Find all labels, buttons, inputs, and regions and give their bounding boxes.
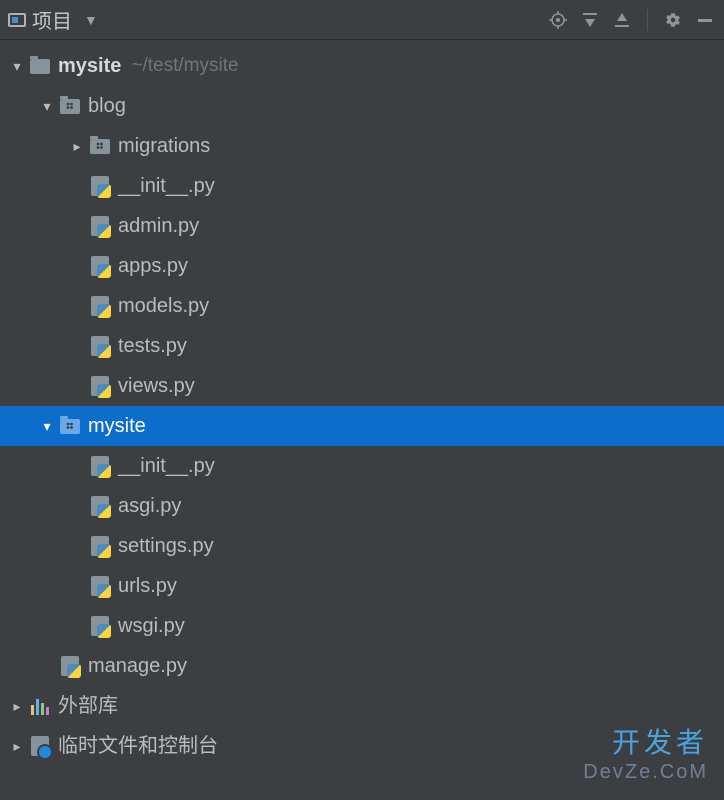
hide-icon[interactable]: [694, 9, 716, 31]
project-panel-icon: [8, 13, 26, 27]
root-label: mysite: [58, 46, 121, 86]
chevron-down-icon[interactable]: ▾: [38, 406, 56, 446]
folder-icon: [58, 99, 82, 114]
tree-file[interactable]: ▸views.py: [0, 366, 724, 406]
python-file-icon: [58, 656, 82, 676]
python-file-icon: [88, 176, 112, 196]
chevron-down-icon[interactable]: ▾: [38, 86, 56, 126]
python-file-icon: [88, 496, 112, 516]
tree-folder-mysite[interactable]: ▾ mysite: [0, 406, 724, 446]
file-label: __init__.py: [118, 166, 215, 206]
project-tree: ▾ mysite ~/test/mysite ▾ blog ▸ migratio…: [0, 40, 724, 766]
tree-file[interactable]: ▸__init__.py: [0, 446, 724, 486]
scratch-icon: [28, 736, 52, 756]
chevron-right-icon[interactable]: ▸: [8, 686, 26, 726]
file-label: settings.py: [118, 526, 214, 566]
folder-icon: [58, 419, 82, 434]
chevron-right-icon[interactable]: ▸: [68, 126, 86, 166]
root-path: ~/test/mysite: [131, 46, 238, 86]
python-file-icon: [88, 536, 112, 556]
tree-folder-blog[interactable]: ▾ blog: [0, 86, 724, 126]
file-label: views.py: [118, 366, 195, 406]
python-file-icon: [88, 216, 112, 236]
chevron-down-icon[interactable]: ▾: [8, 46, 26, 86]
tree-file[interactable]: ▸wsgi.py: [0, 606, 724, 646]
python-file-icon: [88, 376, 112, 396]
tree-file[interactable]: ▸settings.py: [0, 526, 724, 566]
folder-label: migrations: [118, 126, 210, 166]
tree-file[interactable]: ▸admin.py: [0, 206, 724, 246]
python-file-icon: [88, 616, 112, 636]
python-file-icon: [88, 296, 112, 316]
tree-scratches[interactable]: ▸ 临时文件和控制台: [0, 726, 724, 766]
tree-file[interactable]: ▸models.py: [0, 286, 724, 326]
folder-label: mysite: [88, 406, 146, 446]
file-label: models.py: [118, 286, 209, 326]
tree-file[interactable]: ▸__init__.py: [0, 166, 724, 206]
tree-file-manage[interactable]: ▸ manage.py: [0, 646, 724, 686]
file-label: __init__.py: [118, 446, 215, 486]
python-file-icon: [88, 256, 112, 276]
python-file-icon: [88, 576, 112, 596]
tree-root[interactable]: ▾ mysite ~/test/mysite: [0, 46, 724, 86]
file-label: admin.py: [118, 206, 199, 246]
project-selector[interactable]: 项目 ▼: [8, 5, 98, 34]
toolbar-divider: [647, 9, 648, 31]
project-title: 项目: [32, 5, 72, 34]
tree-file[interactable]: ▸urls.py: [0, 566, 724, 606]
tree-external-libraries[interactable]: ▸ 外部库: [0, 686, 724, 726]
tree-folder-migrations[interactable]: ▸ migrations: [0, 126, 724, 166]
folder-label: blog: [88, 86, 126, 126]
folder-icon: [28, 59, 52, 74]
toolbar-actions: [547, 9, 716, 31]
file-label: asgi.py: [118, 486, 181, 526]
folder-icon: [88, 139, 112, 154]
tree-file[interactable]: ▸tests.py: [0, 326, 724, 366]
tree-file[interactable]: ▸apps.py: [0, 246, 724, 286]
expand-all-icon[interactable]: [579, 9, 601, 31]
external-lib-label: 外部库: [58, 686, 118, 726]
file-label: urls.py: [118, 566, 177, 606]
python-file-icon: [88, 336, 112, 356]
project-toolbar: 项目 ▼: [0, 0, 724, 40]
target-icon[interactable]: [547, 9, 569, 31]
file-label: wsgi.py: [118, 606, 185, 646]
scratches-label: 临时文件和控制台: [58, 726, 218, 766]
chevron-right-icon[interactable]: ▸: [8, 726, 26, 766]
dropdown-icon: ▼: [84, 12, 98, 28]
tree-file[interactable]: ▸asgi.py: [0, 486, 724, 526]
python-file-icon: [88, 456, 112, 476]
file-label: apps.py: [118, 246, 188, 286]
library-icon: [28, 697, 52, 715]
settings-icon[interactable]: [662, 9, 684, 31]
file-label: tests.py: [118, 326, 187, 366]
collapse-all-icon[interactable]: [611, 9, 633, 31]
file-label: manage.py: [88, 646, 187, 686]
